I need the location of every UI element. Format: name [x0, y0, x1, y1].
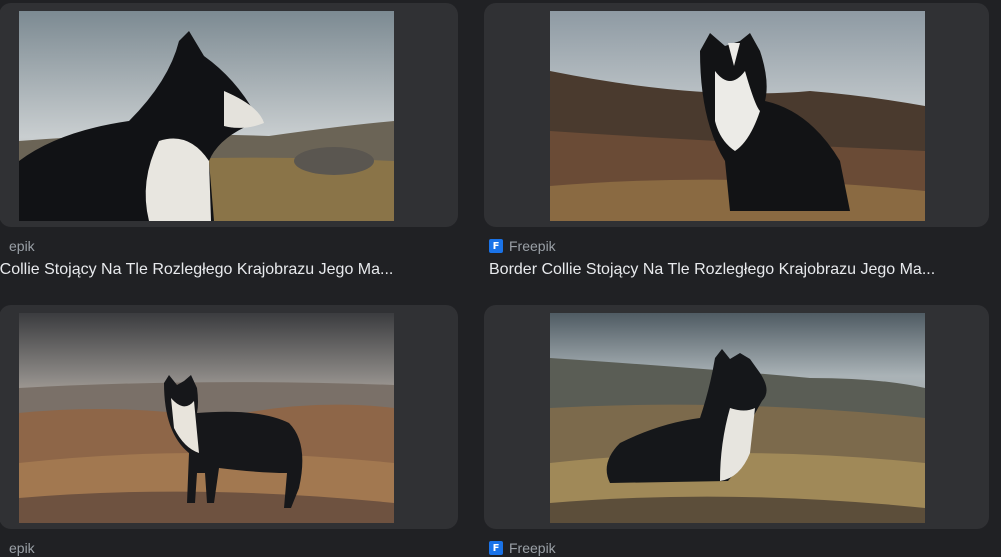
border-collie-photo: [19, 11, 394, 221]
image-thumbnail[interactable]: [0, 3, 458, 227]
result-source: F epik: [0, 539, 35, 557]
freepik-favicon-icon: F: [489, 239, 503, 253]
result-title-link[interactable]: Border Collie Stojący Na Tle Rozległego …: [489, 259, 982, 281]
image-result-card[interactable]: F epik: [0, 305, 458, 556]
image-result-card[interactable]: F Freepik Border Collie Stojący Na Tle R…: [484, 3, 989, 278]
border-collie-photo: [550, 11, 925, 221]
result-source: F epik: [0, 237, 35, 255]
result-title-link[interactable]: er Collie Stojący Na Tle Rozległego Kraj…: [0, 259, 451, 281]
source-label: Freepik: [509, 238, 556, 254]
image-result-card[interactable]: F epik er Collie Stojący Na Tle Rozległe…: [0, 3, 458, 278]
image-thumbnail[interactable]: [0, 305, 458, 529]
image-result-card[interactable]: F Freepik: [484, 305, 989, 556]
result-source: F Freepik: [489, 539, 556, 557]
source-label: epik: [9, 540, 35, 556]
source-label: Freepik: [509, 540, 556, 556]
source-label: epik: [9, 238, 35, 254]
freepik-favicon-icon: F: [489, 541, 503, 555]
image-thumbnail[interactable]: [484, 3, 989, 227]
image-thumbnail[interactable]: [484, 305, 989, 529]
border-collie-photo: [550, 313, 925, 523]
result-source: F Freepik: [489, 237, 556, 255]
border-collie-photo: [19, 313, 394, 523]
